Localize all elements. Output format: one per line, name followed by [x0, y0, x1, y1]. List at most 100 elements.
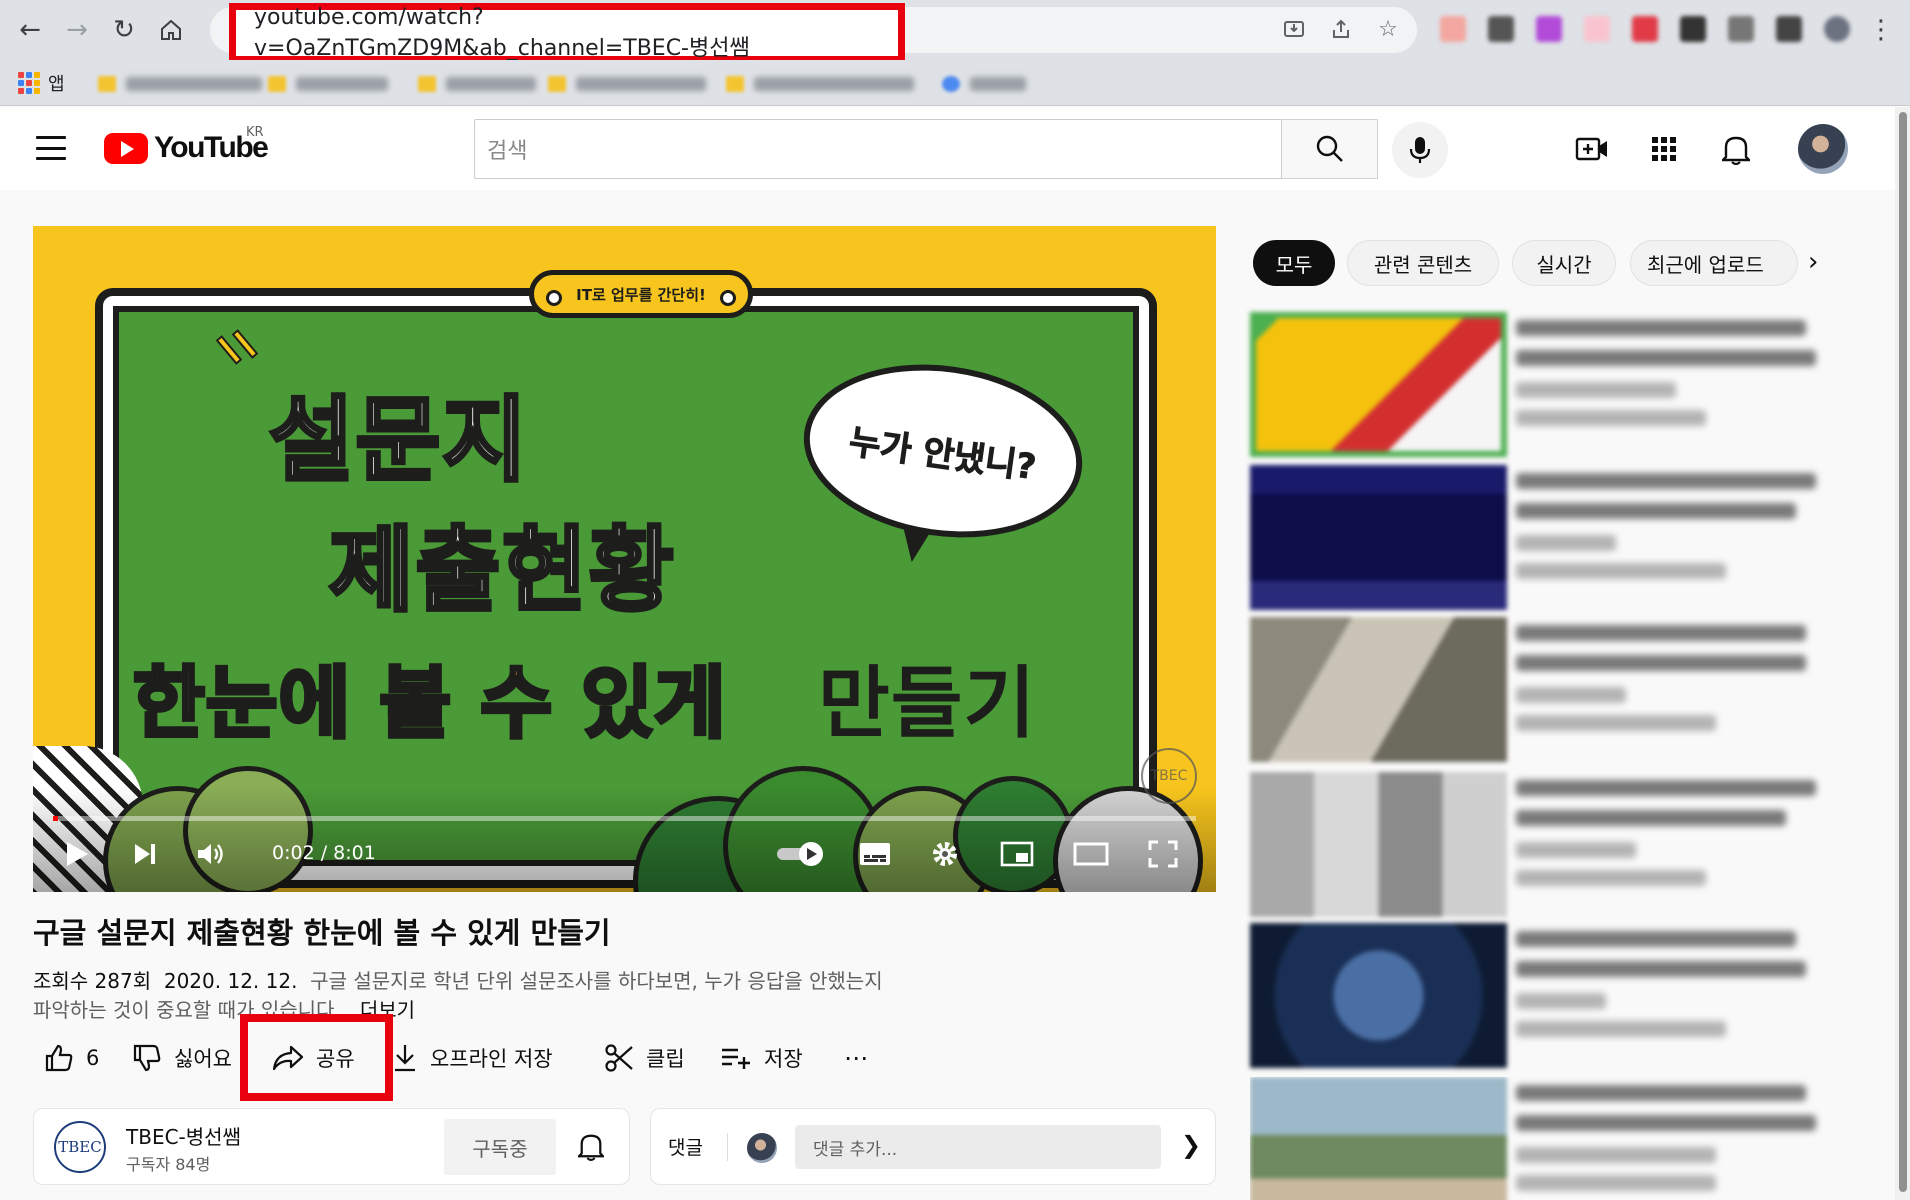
chevron-right-icon[interactable]: ❯: [1181, 1131, 1201, 1159]
bookmark-folder[interactable]: [418, 74, 536, 94]
divider: [727, 1133, 728, 1161]
channel-avatar[interactable]: TBEC: [54, 1121, 106, 1173]
share-highlight-box: [240, 1014, 393, 1101]
settings-button[interactable]: [923, 832, 967, 876]
home-icon[interactable]: [153, 12, 189, 48]
video-thumbnail: [1250, 923, 1507, 1068]
subscribed-button[interactable]: 구독중: [444, 1119, 556, 1175]
scissors-icon: [605, 1044, 633, 1072]
bookmark-folder[interactable]: [548, 74, 706, 94]
video-title: 구글 설문지 제출현황 한눈에 볼 수 있게 만들기: [33, 916, 611, 950]
extension-icon[interactable]: [1536, 16, 1562, 42]
upload-date: 2020. 12. 12.: [163, 969, 298, 993]
comment-input[interactable]: 댓글 추가...: [795, 1125, 1161, 1169]
fullscreen-button[interactable]: [1141, 832, 1185, 876]
notification-bell-button[interactable]: [574, 1129, 608, 1163]
comments-card[interactable]: 댓글 댓글 추가... ❯: [650, 1108, 1216, 1185]
search-button[interactable]: [1282, 119, 1378, 179]
scrollbar-thumb[interactable]: [1899, 112, 1907, 1192]
recommended-video[interactable]: [1250, 772, 1890, 920]
channel-name[interactable]: TBEC-병선쌤: [126, 1121, 241, 1150]
miniplayer-button[interactable]: [995, 832, 1039, 876]
bookmark-folder[interactable]: [726, 74, 914, 94]
extension-icon[interactable]: [1584, 16, 1610, 42]
forward-icon[interactable]: →: [59, 12, 95, 48]
youtube-logo[interactable]: YouTube: [104, 131, 269, 165]
download-icon: [395, 1045, 415, 1072]
chip-recent[interactable]: 최근에 업로드: [1630, 240, 1798, 286]
save-button[interactable]: 저장: [720, 1040, 803, 1076]
profile-icon[interactable]: [1824, 16, 1850, 42]
thumbnail-line-2: 제출현황: [327, 515, 676, 626]
search-input[interactable]: 검색: [474, 119, 1282, 179]
voice-search-button[interactable]: [1392, 122, 1448, 178]
comments-label: 댓글: [668, 1137, 703, 1159]
create-video-button[interactable]: [1572, 129, 1612, 169]
back-icon[interactable]: ←: [12, 12, 48, 48]
dislike-button[interactable]: 싫어요: [132, 1040, 232, 1076]
recommended-video[interactable]: [1250, 312, 1890, 460]
extension-icon[interactable]: [1632, 16, 1658, 42]
recommended-video[interactable]: [1250, 923, 1890, 1071]
save-label: 저장: [764, 1047, 803, 1071]
youtube-header: YouTube KR 검색: [0, 107, 1910, 190]
download-button[interactable]: 오프라인 저장: [392, 1040, 553, 1076]
search-placeholder: 검색: [487, 139, 528, 164]
chevron-right-icon[interactable]: ›: [1808, 247, 1818, 277]
notifications-button[interactable]: [1716, 129, 1756, 169]
theater-icon: [1073, 842, 1109, 866]
browser-toolbar: ← → ↻ youtube.com/watch?v=OaZnTGmZD9M&ab…: [0, 0, 1910, 63]
video-thumbnail: [1250, 772, 1507, 917]
extension-icon[interactable]: [1488, 16, 1514, 42]
search-icon: [1316, 135, 1343, 162]
install-icon[interactable]: [1279, 14, 1309, 44]
apps-grid-icon: [18, 72, 40, 94]
play-button[interactable]: [55, 832, 99, 876]
recommended-video[interactable]: [1250, 1077, 1890, 1200]
side-panel-icon[interactable]: [1776, 16, 1802, 42]
bookmark-link[interactable]: [942, 74, 1026, 94]
thumbnail-line-3-black: 만들기: [818, 659, 1037, 749]
apps-label: 앱: [48, 74, 65, 95]
chip-live[interactable]: 실시간: [1512, 240, 1616, 286]
description-line-1[interactable]: 조회수 287회 2020. 12. 12. 구글 설문지로 학년 단위 설문조…: [33, 965, 883, 994]
address-bar[interactable]: youtube.com/watch?v=OaZnTGmZD9M&ab_chann…: [229, 3, 905, 63]
extensions-puzzle-icon[interactable]: [1680, 16, 1706, 42]
theater-mode-button[interactable]: [1069, 832, 1113, 876]
reload-icon[interactable]: ↻: [106, 12, 142, 48]
comment-placeholder: 댓글 추가...: [813, 1139, 898, 1160]
recommended-video[interactable]: [1250, 465, 1890, 613]
hamburger-menu-icon[interactable]: [36, 136, 66, 160]
autoplay-toggle[interactable]: [773, 832, 829, 876]
next-button[interactable]: [123, 832, 167, 876]
bookmark-folder[interactable]: [98, 74, 262, 94]
extension-icon[interactable]: [1440, 16, 1466, 42]
extension-icon[interactable]: [1728, 16, 1754, 42]
apps-button[interactable]: [1644, 129, 1684, 169]
progress-bar[interactable]: [53, 816, 1196, 821]
thumbnail-line-3: 한눈에 볼 수 있게: [131, 657, 728, 751]
bookmark-star-icon[interactable]: ☆: [1373, 14, 1403, 44]
chip-all[interactable]: 모두: [1253, 240, 1335, 286]
video-player[interactable]: IT로 업무를 간단히! 설문지 제출현황 한눈에 볼 수 있게 만들기 누가 …: [33, 226, 1216, 892]
account-avatar[interactable]: [1798, 124, 1848, 174]
clip-button[interactable]: 클립: [604, 1040, 685, 1076]
play-icon: [67, 842, 88, 866]
bookmark-folder[interactable]: [268, 74, 388, 94]
share-page-icon[interactable]: [1326, 14, 1356, 44]
browser-menu-icon[interactable]: ⋮: [1866, 12, 1896, 48]
view-count: 조회수 287회: [33, 969, 152, 993]
subtitles-button[interactable]: [853, 832, 897, 876]
chip-related[interactable]: 관련 콘텐츠: [1347, 240, 1499, 286]
more-icon: ⋯: [844, 1044, 868, 1072]
more-actions-button[interactable]: ⋯: [844, 1040, 868, 1076]
recommended-video[interactable]: [1250, 617, 1890, 765]
playlist-add-icon: [722, 1048, 750, 1069]
url-text: youtube.com/watch?v=OaZnTGmZD9M&ab_chann…: [254, 4, 750, 61]
progress-played: [53, 816, 58, 821]
clip-label: 클립: [646, 1047, 685, 1071]
apps-shortcut[interactable]: 앱: [18, 70, 65, 96]
autoplay-icon: [777, 842, 823, 866]
like-button[interactable]: 6: [44, 1040, 99, 1076]
mute-button[interactable]: [189, 832, 233, 876]
